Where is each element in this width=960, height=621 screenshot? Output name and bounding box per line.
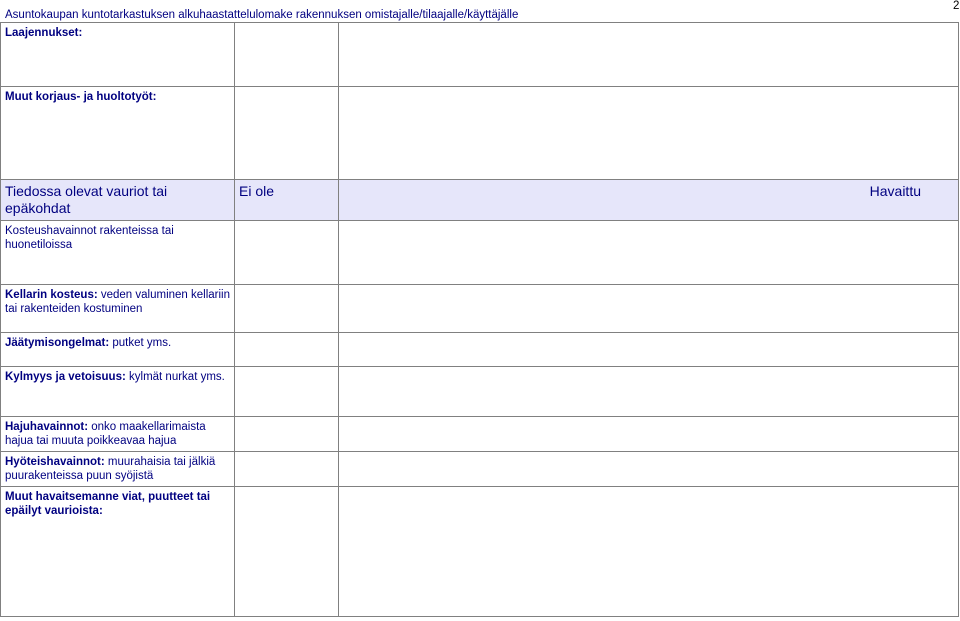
insects-observed-field[interactable] <box>338 451 959 487</box>
moisture-desc: Kosteushavainnot rakenteissa tai huoneti… <box>5 225 174 251</box>
row-other-repairs: Muut korjaus- ja huoltotyöt: <box>0 86 959 180</box>
extensions-label: Laajennukset: <box>5 27 83 39</box>
col-observed-cell: Havaittu <box>338 179 959 221</box>
document-header: Asuntokaupan kuntotarkastuksen alkuhaast… <box>5 9 519 21</box>
known-damage-heading: Tiedossa olevat vauriot tai epäkohdat <box>5 183 168 216</box>
cold-desc: kylmät nurkat yms. <box>125 371 225 383</box>
other-defects-field-2[interactable] <box>338 486 959 617</box>
odor-not-present-field[interactable] <box>234 416 339 452</box>
other-defects-field-1[interactable] <box>234 486 339 617</box>
row-odor: Hajuhavainnot: onko maakellarimaista haj… <box>0 416 959 452</box>
other-repairs-field-1[interactable] <box>234 86 339 180</box>
cold-label-cell: Kylmyys ja vetoisuus: kylmät nurkat yms. <box>0 366 235 417</box>
row-basement: Kellarin kosteus: veden valuminen kellar… <box>0 284 959 333</box>
row-known-damage-heading: Tiedossa olevat vauriot tai epäkohdat Ei… <box>0 179 959 221</box>
extensions-field-2[interactable] <box>338 22 959 87</box>
condition-form-table: Laajennukset: Muut korjaus- ja huoltotyö… <box>0 22 959 617</box>
extensions-label-cell: Laajennukset: <box>0 22 235 87</box>
insects-label-cell: Hyöteishavainnot: muurahaisia tai jälkiä… <box>0 451 235 487</box>
odor-label: Hajuhavainnot: <box>5 421 89 433</box>
moisture-observed-field[interactable] <box>338 220 959 285</box>
insects-not-present-field[interactable] <box>234 451 339 487</box>
col-not-present-heading: Ei ole <box>239 183 275 199</box>
col-observed-heading: Havaittu <box>869 183 921 199</box>
other-repairs-label: Muut korjaus- ja huoltotyöt: <box>5 91 157 103</box>
row-other-defects: Muut havaitsemanne viat, puutteet tai ep… <box>0 486 959 617</box>
cold-observed-field[interactable] <box>338 366 959 417</box>
other-defects-label: Muut havaitsemanne viat, puutteet tai ep… <box>5 491 211 517</box>
other-repairs-label-cell: Muut korjaus- ja huoltotyöt: <box>0 86 235 180</box>
other-repairs-field-2[interactable] <box>338 86 959 180</box>
basement-label-cell: Kellarin kosteus: veden valuminen kellar… <box>0 284 235 333</box>
row-extensions: Laajennukset: <box>0 22 959 87</box>
cold-label: Kylmyys ja vetoisuus: <box>5 371 126 383</box>
row-freezing: Jäätymisongelmat: putket yms. <box>0 332 959 367</box>
row-insects: Hyöteishavainnot: muurahaisia tai jälkiä… <box>0 451 959 487</box>
page-number: 2 <box>953 0 960 12</box>
row-moisture: Kosteushavainnot rakenteissa tai huoneti… <box>0 220 959 285</box>
other-defects-label-cell: Muut havaitsemanne viat, puutteet tai ep… <box>0 486 235 617</box>
extensions-field-1[interactable] <box>234 22 339 87</box>
odor-observed-field[interactable] <box>338 416 959 452</box>
known-damage-heading-cell: Tiedossa olevat vauriot tai epäkohdat <box>0 179 235 221</box>
freezing-label-cell: Jäätymisongelmat: putket yms. <box>0 332 235 367</box>
freezing-not-present-field[interactable] <box>234 332 339 367</box>
col-not-present-cell: Ei ole <box>234 179 339 221</box>
insects-label: Hyöteishavainnot: <box>5 456 105 468</box>
moisture-label-cell: Kosteushavainnot rakenteissa tai huoneti… <box>0 220 235 285</box>
freezing-label: Jäätymisongelmat: <box>5 337 110 349</box>
basement-not-present-field[interactable] <box>234 284 339 333</box>
odor-label-cell: Hajuhavainnot: onko maakellarimaista haj… <box>0 416 235 452</box>
basement-observed-field[interactable] <box>338 284 959 333</box>
cold-not-present-field[interactable] <box>234 366 339 417</box>
moisture-not-present-field[interactable] <box>234 220 339 285</box>
row-cold: Kylmyys ja vetoisuus: kylmät nurkat yms. <box>0 366 959 417</box>
basement-label: Kellarin kosteus: <box>5 289 98 301</box>
freezing-observed-field[interactable] <box>338 332 959 367</box>
freezing-desc: putket yms. <box>109 337 172 349</box>
